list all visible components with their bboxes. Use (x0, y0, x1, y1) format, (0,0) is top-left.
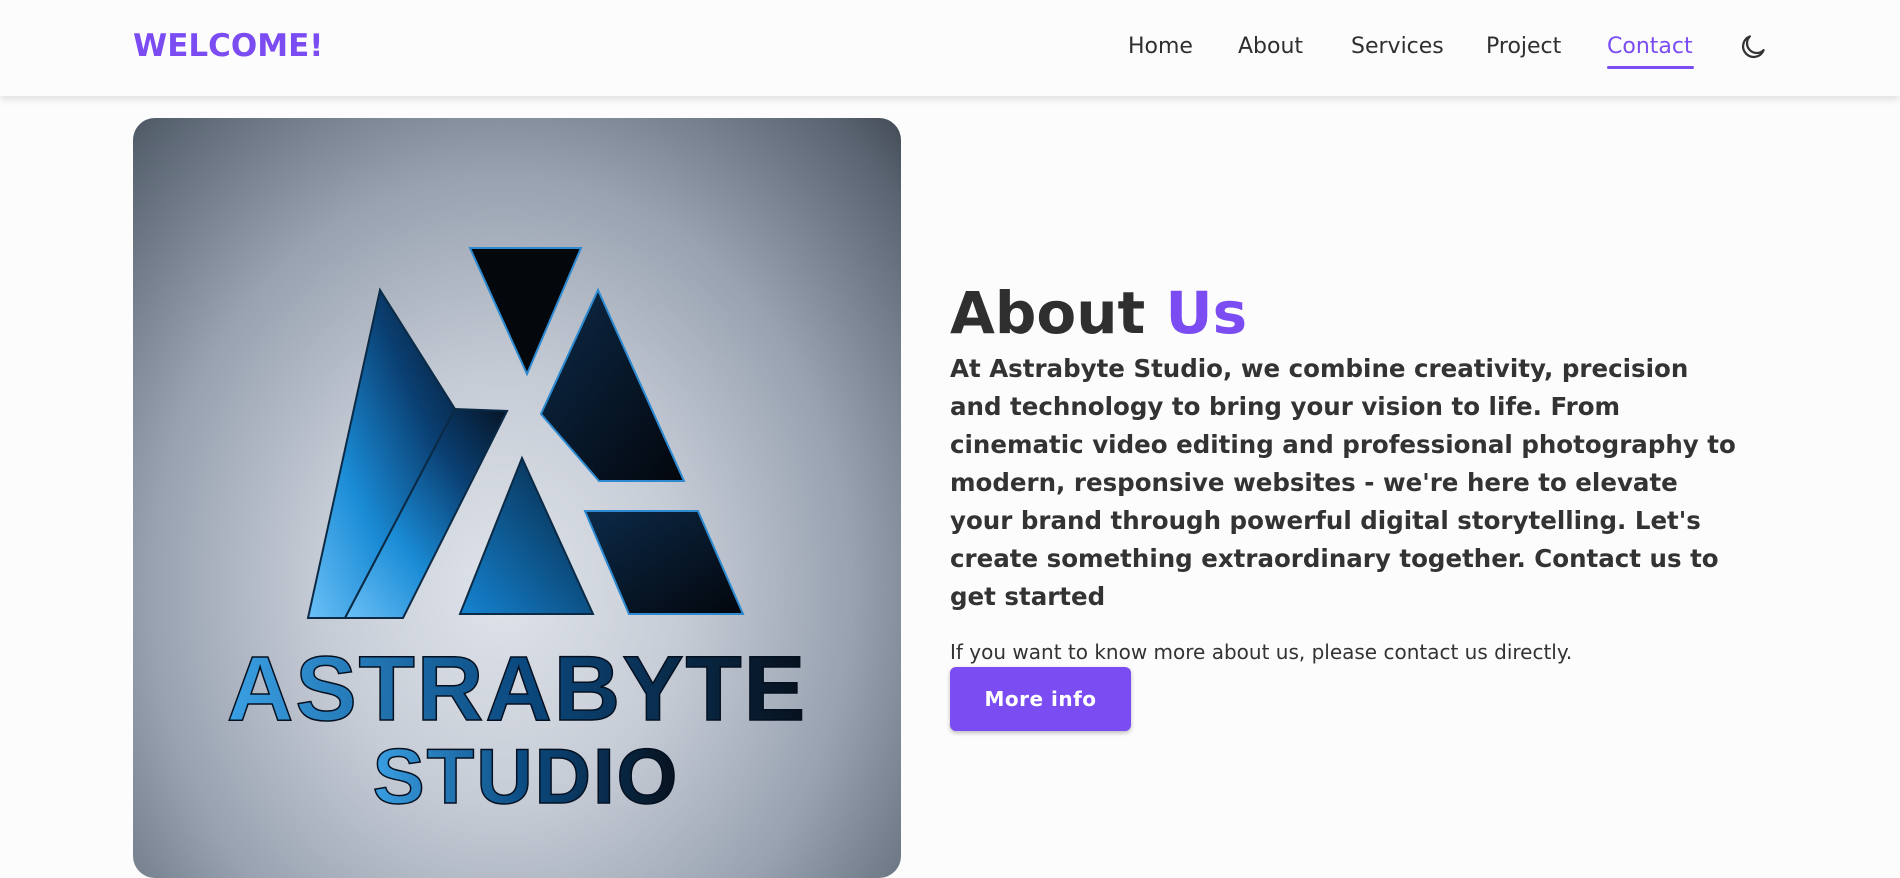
moon-icon[interactable] (1738, 32, 1768, 62)
about-heading-main: About (950, 279, 1146, 347)
nav-link-project[interactable]: Project (1486, 34, 1561, 59)
about-heading: About Us (950, 278, 1750, 348)
active-link-underline (1607, 66, 1694, 69)
more-info-button[interactable]: More info (950, 667, 1131, 731)
about-heading-accent: Us (1165, 279, 1248, 347)
top-navbar: WELCOME! Home About Services Project Con… (0, 0, 1900, 96)
about-section: About Us At Astrabyte Studio, we combine… (950, 278, 1750, 666)
about-sub-text: If you want to know more about us, pleas… (950, 640, 1573, 664)
logo-shape-center (458, 455, 595, 615)
astrabyte-logo-graphic: ASTRABYTE STUDIO (226, 247, 807, 821)
nav-link-services[interactable]: Services (1351, 34, 1444, 59)
nav-link-contact[interactable]: Contact (1607, 34, 1693, 59)
nav-link-home[interactable]: Home (1128, 34, 1193, 59)
about-lead-text: At Astrabyte Studio, we combine creativi… (950, 354, 1736, 611)
astrabyte-logo-image: ASTRABYTE STUDIO (133, 118, 901, 878)
logo-wordmark-line2: STUDIO (373, 732, 680, 820)
logo-shape-right (539, 287, 686, 482)
logo-shape-bottom-right (583, 510, 745, 615)
nav-link-about[interactable]: About (1238, 34, 1303, 59)
logo-shape-top (468, 247, 583, 377)
logo-wordmark-line1: ASTRABYTE (227, 638, 807, 740)
